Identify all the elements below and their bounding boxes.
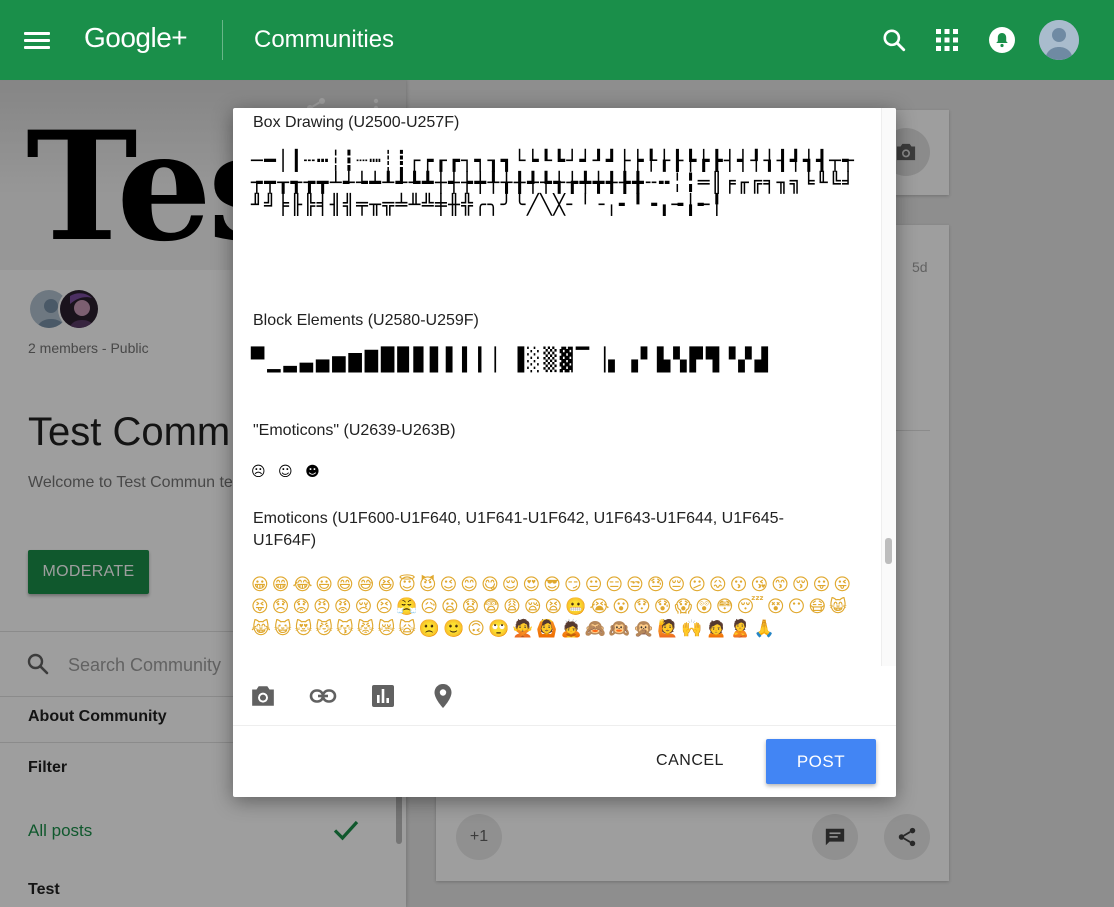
cancel-button[interactable]: CANCEL	[643, 739, 737, 783]
apps-grid-icon[interactable]	[931, 24, 963, 56]
post-button[interactable]: POST	[766, 739, 876, 784]
new-post-dialog: Box Drawing (U2500-U257F) ─━│┃┄┅┆┇┈┉┊┋┌┍…	[233, 108, 896, 797]
section-heading-quoted-emoticons: "Emoticons" (U2639-U263B)	[253, 422, 456, 439]
poll-chart-icon[interactable]	[368, 681, 398, 711]
link-icon[interactable]	[308, 681, 338, 711]
account-avatar[interactable]	[1039, 20, 1079, 60]
search-icon[interactable]	[878, 24, 910, 56]
section-heading-block-elements: Block Elements (U2580-U259F)	[253, 312, 479, 329]
block-element-glyphs: ▀▁▂▃▄▅▆▇█▉▊▋▌▍▎▏▐░▒▓▔▕▖▗▘▙▚▛▜▝▞▟	[251, 348, 771, 373]
post-text-area[interactable]: Box Drawing (U2500-U257F) ─━│┃┄┅┆┇┈┉┊┋┌┍…	[233, 108, 881, 666]
box-drawing-glyphs: ─━│┃┄┅┆┇┈┉┊┋┌┍┎┏┐┑┒┓└┕┖┗┘┙┚┛├┝┞┟┠┡┢┣┤┥┦┧…	[251, 149, 856, 216]
google-plus-logo[interactable]: Google+	[84, 22, 188, 54]
section-heading-emoticons: Emoticons (U1F600-U1F640, U1F641-U1F642,…	[253, 510, 784, 549]
location-pin-icon[interactable]	[428, 681, 458, 711]
dialog-scrollbar-track[interactable]	[881, 108, 896, 666]
page-title: Communities	[254, 26, 395, 53]
section-heading-box-drawing: Box Drawing (U2500-U257F)	[253, 114, 460, 131]
quoted-emoticon-glyphs: ☹ ☺ ☻	[251, 464, 324, 480]
dialog-scrollbar-thumb[interactable]	[885, 538, 892, 564]
camera-icon[interactable]	[248, 681, 278, 711]
brand-divider	[222, 20, 223, 60]
menu-icon[interactable]	[24, 28, 50, 50]
emoticon-glyphs: 😀😁😂😃😄😅😆😇😈😉😊😋😌😍😎😏😐😑😒😓😔😕😖😗😘😙😚😛😜😝😞😟😠😡😢😣😤😥😦😧…	[251, 575, 855, 639]
top-app-bar: Google+ Communities	[0, 0, 1114, 80]
post-attachment-toolbar	[233, 666, 896, 726]
notifications-bell-icon[interactable]	[986, 24, 1018, 56]
dialog-actions: CANCEL POST	[233, 726, 896, 797]
